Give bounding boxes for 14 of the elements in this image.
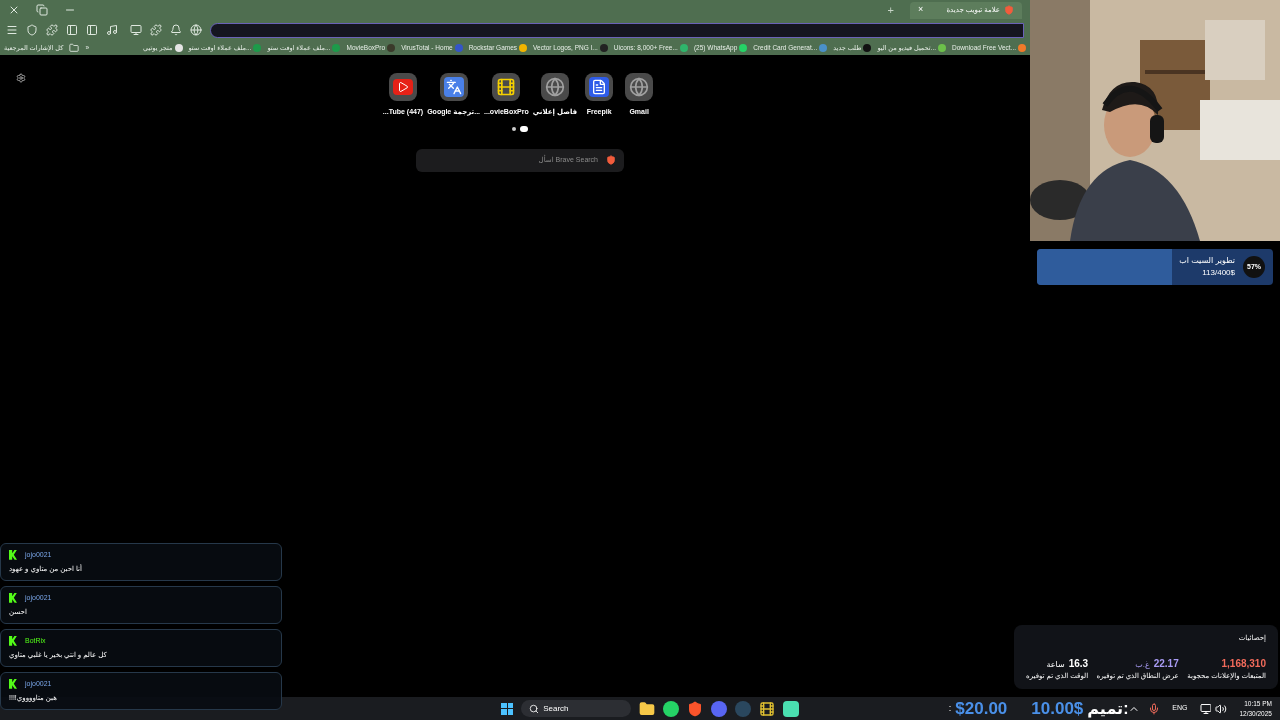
tab-close-button[interactable]: × [918, 3, 924, 17]
separator-text: : [948, 701, 952, 715]
donation-name: تميم: [1087, 698, 1129, 720]
goal-title: تطوير السيت اب [1179, 255, 1235, 267]
new-tab-button[interactable]: + [887, 1, 894, 19]
stat-unit: ساعة [1046, 658, 1065, 671]
stat-value: 1,168,310 [1221, 656, 1266, 671]
stat-value: 22.17 [1153, 656, 1179, 671]
stat-unit: غ.ب [1135, 658, 1150, 671]
goal-amount: 113/400$ [1202, 267, 1235, 279]
donation-amount: 10.00$ [1031, 697, 1084, 720]
stat-value: 16.3 [1068, 656, 1089, 671]
donation-last: $20.00 [955, 697, 1008, 720]
taskbar-search[interactable]: Search [521, 700, 631, 717]
